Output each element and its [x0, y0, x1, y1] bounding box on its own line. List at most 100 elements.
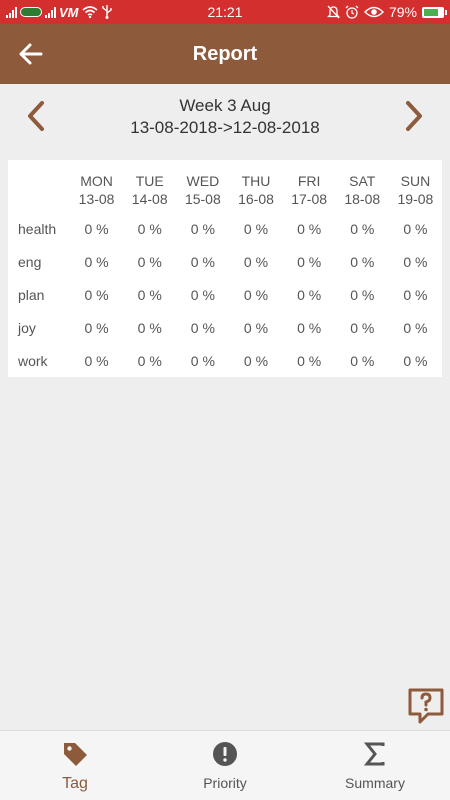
day-header: SUN 19-08: [389, 160, 442, 212]
tab-priority[interactable]: Priority: [150, 731, 300, 800]
battery-percent: 79%: [388, 4, 417, 20]
battery-icon: [422, 6, 447, 18]
percent-cell: 0 %: [243, 352, 269, 369]
week-title: Week 3 Aug: [179, 96, 271, 115]
tag-label: work: [18, 352, 48, 369]
bell-off-icon: [326, 5, 340, 19]
day-name: FRI: [297, 173, 321, 189]
week-navigator: Week 3 Aug 13-08-2018->12-08-2018: [0, 92, 450, 146]
tag-label: eng: [18, 253, 42, 270]
percent-cell: 0 %: [350, 319, 375, 336]
percent-cell: 0 %: [137, 352, 162, 369]
percent-cell: 0 %: [403, 220, 428, 237]
percent-cell: 0 %: [350, 352, 375, 369]
percent-cell: 0 %: [243, 286, 269, 303]
sigma-icon: [364, 741, 386, 767]
percent-cell: 0 %: [350, 253, 375, 270]
day-date: 18-08: [344, 191, 381, 207]
percent-cell: 0 %: [84, 253, 109, 270]
percent-cell: 0 %: [84, 286, 109, 303]
tab-label: Priority: [203, 775, 247, 791]
tab-summary[interactable]: Summary: [300, 731, 450, 800]
day-name: TUE: [135, 173, 164, 189]
percent-cell: 0 %: [297, 253, 322, 270]
percent-cell: 0 %: [243, 220, 269, 237]
percent-cell: 0 %: [350, 286, 375, 303]
percent-cell: 0 %: [403, 253, 428, 270]
percent-cell: 0 %: [297, 286, 322, 303]
day-date: 16-08: [238, 191, 274, 207]
back-button[interactable]: [12, 36, 48, 72]
tab-label: Tag: [62, 775, 88, 792]
day-name: SAT: [349, 173, 376, 189]
percent-cell: 0 %: [137, 253, 162, 270]
help-button[interactable]: [406, 686, 446, 726]
tag-label: plan: [18, 286, 45, 303]
percent-cell: 0 %: [84, 220, 109, 237]
wifi-icon: [81, 6, 98, 18]
percent-cell: 0 %: [84, 352, 109, 369]
day-name: THU: [241, 173, 271, 189]
chevron-right-icon: [406, 101, 422, 131]
percent-cell: 0 %: [137, 286, 162, 303]
percent-cell: 0 %: [190, 352, 215, 369]
tag-column-header: [8, 160, 70, 212]
report-table: MON 13-08 TUE 14-08 WED 15-08 THU 16-08 FRI 1…: [8, 160, 442, 377]
table-row: work 0 % 0 % 0 % 0 % 0 % 0 % 0 %: [8, 344, 442, 377]
battery-fill: [424, 8, 438, 16]
day-date: 13-08: [78, 191, 115, 207]
percent-cell: 0 %: [137, 220, 162, 237]
tab-tag[interactable]: Tag: [0, 731, 150, 800]
percent-cell: 0 %: [403, 352, 428, 369]
percent-cell: 0 %: [297, 220, 322, 237]
report-table-card: MON 13-08 TUE 14-08 WED 15-08 THU 16-08 FRI 1…: [8, 160, 442, 377]
percent-cell: 0 %: [243, 319, 269, 336]
percent-cell: 0 %: [403, 286, 428, 303]
day-date: 17-08: [291, 191, 328, 207]
percent-cell: 0 %: [190, 286, 215, 303]
page-title: Report: [192, 42, 258, 65]
day-name: MON: [80, 173, 113, 189]
percent-cell: 0 %: [297, 352, 322, 369]
day-header: FRI 17-08: [283, 160, 336, 212]
percent-cell: 0 %: [190, 253, 215, 270]
day-header: TUE 14-08: [123, 160, 176, 212]
status-time: 21:21: [207, 4, 243, 20]
help-chat-icon: [408, 688, 444, 724]
usb-icon: [101, 5, 112, 19]
carrier-icon: [20, 7, 42, 17]
table-row: plan 0 % 0 % 0 % 0 % 0 % 0 % 0 %: [8, 278, 442, 311]
tag-label: joy: [18, 319, 36, 336]
bottom-navigation: Tag Priority Summary: [0, 730, 450, 800]
viettel-icon: VM: [59, 4, 79, 20]
week-date-range: 13-08-2018->12-08-2018: [130, 118, 320, 137]
percent-cell: 0 %: [243, 253, 269, 270]
day-name: SUN: [400, 173, 431, 189]
percent-cell: 0 %: [297, 319, 322, 336]
tag-label: health: [18, 220, 57, 237]
day-header: SAT 18-08: [336, 160, 389, 212]
percent-cell: 0 %: [190, 319, 215, 336]
signal-icon: [45, 6, 56, 18]
tab-label: Summary: [345, 775, 405, 791]
percent-cell: 0 %: [84, 319, 109, 336]
table-row: health 0 % 0 % 0 % 0 % 0 % 0 % 0 %: [8, 212, 442, 245]
day-header: MON 13-08: [70, 160, 123, 212]
day-name: WED: [186, 173, 220, 189]
percent-cell: 0 %: [403, 319, 428, 336]
percent-cell: 0 %: [190, 220, 215, 237]
table-row: joy 0 % 0 % 0 % 0 % 0 % 0 % 0 %: [8, 311, 442, 344]
next-week-button[interactable]: [396, 98, 432, 134]
signal-icon: [6, 6, 17, 18]
tag-icon: [61, 741, 89, 767]
status-bar: VM 21:21 79%: [0, 0, 450, 24]
alarm-icon: [345, 5, 359, 19]
day-date: 19-08: [397, 191, 434, 207]
app-bar: Report: [0, 24, 450, 84]
day-date: 15-08: [184, 191, 221, 207]
exclamation-circle-icon: [212, 741, 238, 767]
status-left: VM: [6, 5, 176, 20]
table-row: eng 0 % 0 % 0 % 0 % 0 % 0 % 0 %: [8, 245, 442, 278]
percent-cell: 0 %: [350, 220, 375, 237]
status-right: 79%: [274, 4, 447, 20]
